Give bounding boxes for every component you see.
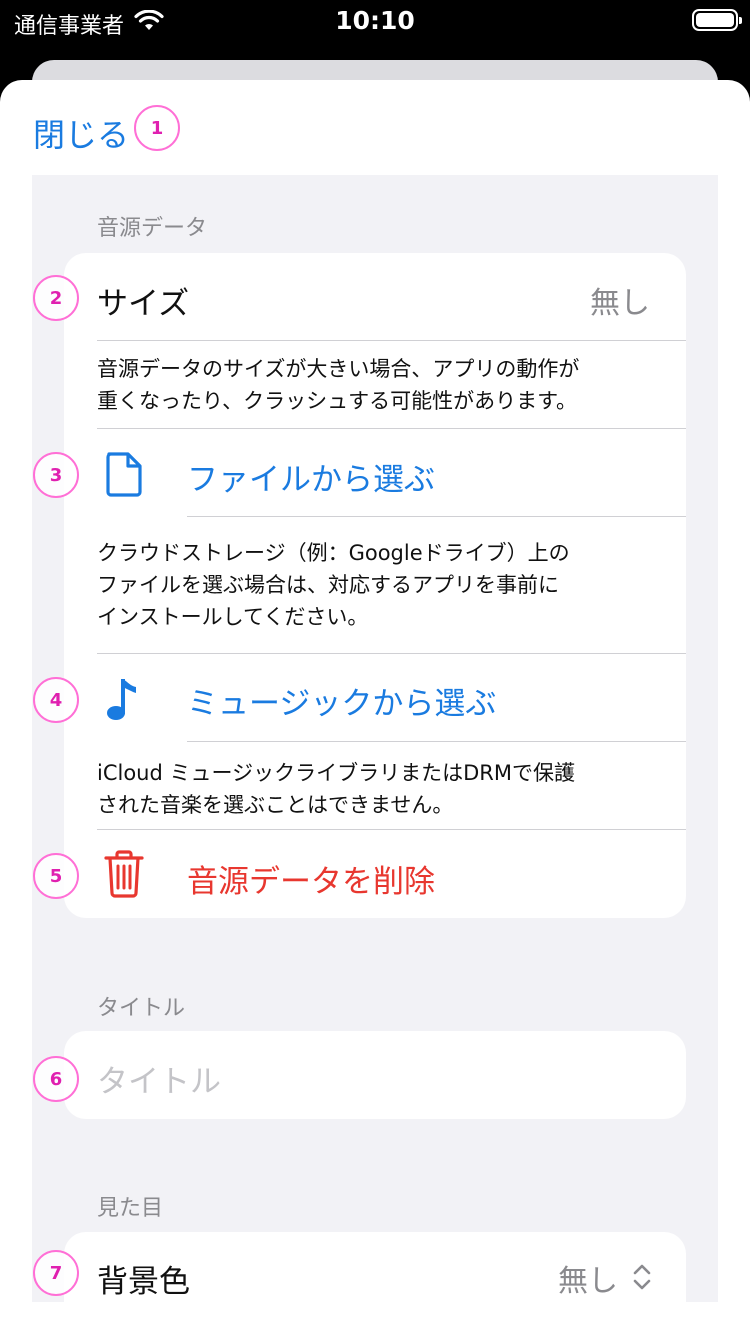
size-label: サイズ bbox=[97, 286, 190, 322]
divider bbox=[97, 428, 686, 429]
background-color-label: 背景色 bbox=[97, 1264, 190, 1300]
section-header-appearance: 見た目 bbox=[97, 1196, 164, 1221]
file-description-line3: インストールしてください。 bbox=[97, 605, 369, 629]
marker-7: 7 bbox=[33, 1250, 79, 1296]
close-button[interactable]: 閉じる bbox=[33, 110, 129, 156]
marker-4: 4 bbox=[33, 677, 79, 723]
choose-file-label: ファイルから選ぶ bbox=[187, 462, 435, 498]
delete-audio-label: 音源データを削除 bbox=[187, 864, 435, 900]
background-color-value: 無し bbox=[558, 1264, 618, 1299]
size-value: 無し bbox=[590, 286, 650, 321]
status-bar: 通信事業者 10:10 bbox=[0, 0, 750, 44]
title-input[interactable]: タイトル bbox=[97, 1056, 221, 1101]
marker-3: 3 bbox=[33, 452, 79, 498]
size-description-line2: 重くなったり、クラッシュする可能性があります。 bbox=[97, 389, 578, 413]
document-icon bbox=[106, 452, 142, 497]
divider bbox=[97, 829, 686, 830]
divider bbox=[187, 741, 686, 742]
divider bbox=[187, 516, 686, 517]
clock: 10:10 bbox=[335, 6, 415, 35]
marker-5: 5 bbox=[33, 853, 79, 899]
divider bbox=[97, 653, 686, 654]
section-header-audio: 音源データ bbox=[97, 216, 208, 241]
chevron-up-down-icon bbox=[633, 1264, 651, 1290]
marker-6: 6 bbox=[33, 1056, 79, 1102]
marker-1: 1 bbox=[134, 105, 180, 151]
music-note-icon bbox=[107, 679, 136, 720]
trash-icon bbox=[104, 850, 144, 898]
divider bbox=[97, 340, 686, 341]
section-header-title: タイトル bbox=[97, 996, 186, 1021]
file-description-line2: ファイルを選ぶ場合は、対応するアプリを事前に bbox=[97, 573, 559, 597]
choose-music-label: ミュージックから選ぶ bbox=[187, 686, 497, 722]
music-description-line2: された音楽を選ぶことはできません。 bbox=[97, 793, 454, 817]
music-description-line1: iCloud ミュージックライブラリまたはDRMで保護 bbox=[97, 761, 575, 785]
file-description-line1: クラウドストレージ（例：Googleドライブ）上の bbox=[97, 541, 570, 565]
marker-2: 2 bbox=[33, 275, 79, 321]
size-description-line1: 音源データのサイズが大きい場合、アプリの動作が bbox=[97, 357, 580, 381]
battery-icon bbox=[692, 9, 742, 31]
